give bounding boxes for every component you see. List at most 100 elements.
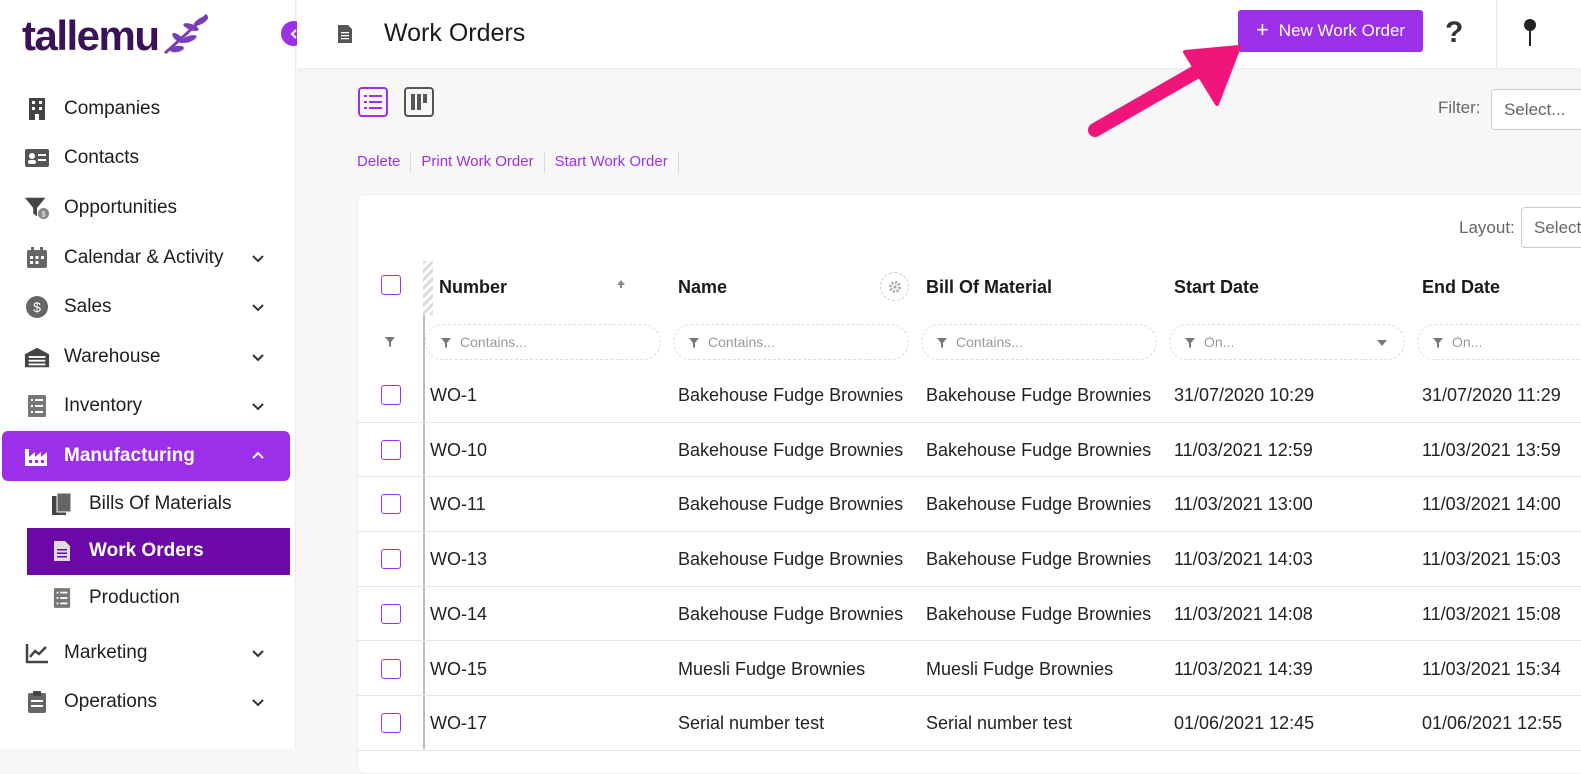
table-row[interactable]: WO-1 Bakehouse Fudge Brownies Bakehouse Fu… <box>357 368 1581 423</box>
cell-number[interactable]: WO-15 <box>430 659 487 680</box>
sidebar-item-calendar[interactable]: Calendar & Activity <box>0 233 296 283</box>
chevron-down-icon[interactable] <box>250 299 266 315</box>
sidebar-item-label: Opportunities <box>64 196 178 218</box>
row-checkbox[interactable] <box>381 439 401 460</box>
cell-number[interactable]: WO-11 <box>430 494 486 515</box>
factory-icon <box>24 443 50 469</box>
table-row[interactable]: WO-11 Bakehouse Fudge Brownies Bakehouse F… <box>357 477 1581 533</box>
plus-icon: + <box>1255 17 1269 42</box>
number-filter-input[interactable]: Contains... <box>425 324 661 360</box>
chevron-down-icon[interactable] <box>250 398 266 414</box>
checklist-icon <box>50 586 74 610</box>
chevron-down-icon[interactable] <box>250 250 266 266</box>
filter-select[interactable]: Select... <box>1491 89 1581 130</box>
copy-docs-icon <box>50 492 74 516</box>
funnel-dollar-icon: $ <box>24 195 50 221</box>
list-view-button[interactable] <box>358 87 388 117</box>
sidebar-item-companies[interactable]: Companies <box>0 84 296 134</box>
pin-icon[interactable] <box>1523 18 1537 53</box>
row-checkbox[interactable] <box>381 603 401 624</box>
cell-number[interactable]: WO-13 <box>430 549 487 570</box>
cell-name: Bakehouse Fudge Brownies <box>678 439 904 460</box>
calendar-icon <box>24 245 50 271</box>
print-work-order-link[interactable]: Print Work Order <box>411 151 545 173</box>
chevron-down-icon[interactable] <box>250 694 266 710</box>
board-view-button[interactable] <box>404 87 434 117</box>
sidebar-item-operations[interactable]: Operations <box>0 677 296 727</box>
sidebar-item-opportunities[interactable]: $ Opportunities <box>0 183 296 233</box>
sidebar-nav: Companies Contacts $ Opportunities Calen… <box>0 84 296 727</box>
sidebar-item-sales[interactable]: $ Sales <box>0 282 296 332</box>
sidebar-item-label: Marketing <box>64 641 148 663</box>
column-header-bill-of-material[interactable]: Bill Of Material <box>926 277 1052 298</box>
sidebar-item-label: Companies <box>64 97 161 119</box>
layout-select[interactable]: Select <box>1521 207 1581 248</box>
table-row[interactable]: WO-10 Bakehouse Fudge Brownies Bakehouse F… <box>357 423 1581 478</box>
new-work-order-label: New Work Order <box>1278 21 1406 40</box>
column-header-end-date[interactable]: End Date <box>1422 277 1500 298</box>
sidebar-subitem-bills-of-materials[interactable]: Bills Of Materials <box>0 481 296 528</box>
column-header-start-date[interactable]: Start Date <box>1174 277 1259 298</box>
cell-name: Muesli Fudge Brownies <box>678 658 866 679</box>
kanban-icon <box>411 94 427 110</box>
start-work-order-link[interactable]: Start Work Order <box>545 151 679 173</box>
chevron-up-icon[interactable] <box>250 448 266 464</box>
sidebar-item-marketing[interactable]: Marketing <box>0 628 296 678</box>
chevron-down-icon[interactable] <box>250 645 266 661</box>
new-work-order-button[interactable]: + New Work Order <box>1238 10 1423 52</box>
table-row[interactable]: WO-14 Bakehouse Fudge Brownies Bakehouse F… <box>357 587 1581 642</box>
name-filter-input[interactable]: Contains... <box>673 324 909 360</box>
page-title: Work Orders <box>384 19 526 47</box>
sidebar-item-warehouse[interactable]: Warehouse <box>0 332 296 382</box>
sidebar-subitem-production[interactable]: Production <box>0 575 296 622</box>
layout-label: Layout: <box>1459 218 1515 237</box>
column-resize-handle[interactable] <box>423 261 433 315</box>
cell-end-date: 11/03/2021 14:00 <box>1422 494 1561 515</box>
bill-of-material-filter-input[interactable]: Contains... <box>921 324 1157 360</box>
table-row[interactable]: WO-13 Bakehouse Fudge Brownies Bakehouse F… <box>357 532 1581 587</box>
cell-end-date: 11/03/2021 13:59 <box>1422 439 1561 460</box>
row-checkbox[interactable] <box>381 713 401 734</box>
cell-bill-of-material: Serial number test <box>926 713 1073 734</box>
row-checkbox[interactable] <box>381 494 401 515</box>
sidebar-subitem-work-orders[interactable]: Work Orders <box>27 527 290 575</box>
column-settings-button[interactable] <box>880 272 909 301</box>
help-icon[interactable]: ? <box>1445 16 1463 50</box>
cell-end-date: 31/07/2020 11:29 <box>1422 385 1561 405</box>
cell-start-date: 31/07/2020 10:29 <box>1174 385 1315 405</box>
sort-asc-icon[interactable] <box>616 279 626 292</box>
top-bar: Work Orders + New Work Order ? <box>297 0 1581 68</box>
cell-number[interactable]: WO-10 <box>430 440 487 461</box>
cell-name: Bakehouse Fudge Brownies <box>678 494 904 515</box>
row-checkbox[interactable] <box>381 549 401 570</box>
delete-link[interactable]: Delete <box>357 151 412 173</box>
end-date-filter-input[interactable]: On... <box>1417 324 1581 360</box>
cell-number[interactable]: WO-1 <box>430 385 477 406</box>
sidebar-item-inventory[interactable]: Inventory <box>0 382 296 432</box>
cell-start-date: 11/03/2021 14:39 <box>1174 658 1313 679</box>
select-all-checkbox[interactable] <box>381 275 401 295</box>
cell-name: Bakehouse Fudge Brownies <box>678 603 904 624</box>
logo-text: tallemu <box>22 12 160 59</box>
filter-placeholder: Contains... <box>708 334 775 350</box>
caret-down-icon[interactable] <box>1376 339 1388 347</box>
leaf-branch-icon <box>163 13 208 55</box>
logo[interactable]: tallemu <box>22 10 211 62</box>
cell-number[interactable]: WO-14 <box>430 604 487 625</box>
table-row[interactable]: WO-15 Muesli Fudge Brownies Muesli Fudge B… <box>357 642 1581 697</box>
column-header-number[interactable]: Number <box>439 277 507 298</box>
sidebar-item-manufacturing[interactable]: Manufacturing <box>2 431 290 481</box>
sidebar-item-contacts[interactable]: Contacts <box>0 134 296 184</box>
cell-start-date: 11/03/2021 14:08 <box>1174 603 1313 624</box>
filter-icon[interactable] <box>384 335 396 353</box>
row-checkbox[interactable] <box>381 385 401 405</box>
table-row[interactable]: WO-17 Serial number test Serial number tes… <box>357 696 1581 751</box>
row-checkbox[interactable] <box>381 658 401 679</box>
annotation-arrow-icon <box>1088 45 1241 137</box>
filter-label: Filter: <box>1438 98 1481 117</box>
filter-placeholder: Contains... <box>956 334 1023 350</box>
cell-number[interactable]: WO-17 <box>430 713 487 734</box>
chevron-down-icon[interactable] <box>250 349 266 365</box>
start-date-filter-input[interactable]: On... <box>1169 324 1405 360</box>
column-header-name[interactable]: Name <box>678 277 727 298</box>
